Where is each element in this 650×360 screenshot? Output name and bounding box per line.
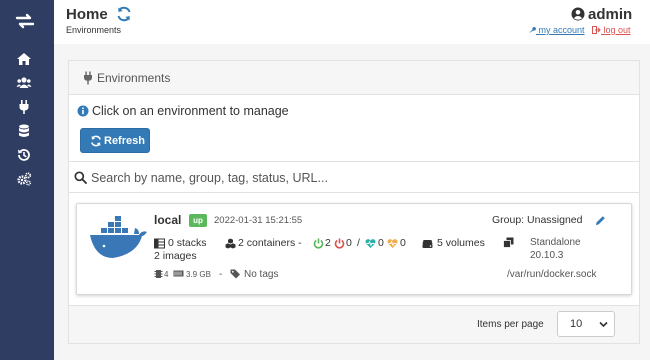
unhealthy-count: 0 bbox=[400, 237, 406, 249]
heartbeat-unhealthy-icon bbox=[387, 239, 398, 248]
running-count: 2 bbox=[325, 237, 331, 249]
power-on-icon bbox=[313, 238, 324, 249]
environments-panel-title: Environments bbox=[97, 71, 171, 85]
environments-panel-header: Environments bbox=[69, 61, 639, 95]
breadcrumb: Environments bbox=[66, 25, 122, 35]
tags-icon bbox=[230, 269, 240, 279]
info-circle-icon bbox=[77, 105, 89, 117]
info-message: Click on an environment to manage bbox=[92, 104, 289, 118]
volumes-count: 5 volumes bbox=[437, 237, 485, 249]
environment-url: /var/run/docker.sock bbox=[507, 269, 597, 280]
stacks-count: 0 stacks bbox=[168, 237, 207, 249]
heartbeat-healthy-icon bbox=[365, 239, 376, 248]
microchip-icon bbox=[154, 270, 163, 278]
status-badge: up bbox=[189, 214, 207, 227]
log-out-label: log out bbox=[603, 25, 631, 35]
search-input[interactable] bbox=[91, 167, 611, 189]
items-per-page-select[interactable]: 10 bbox=[557, 311, 615, 337]
sidebar bbox=[0, 0, 54, 360]
stacks-icon bbox=[154, 238, 165, 249]
refresh-icon[interactable] bbox=[116, 6, 132, 22]
healthy-count: 0 bbox=[378, 237, 384, 249]
separator-slash: / bbox=[357, 237, 360, 249]
refresh-button-label: Refresh bbox=[104, 135, 145, 147]
memory-icon bbox=[173, 270, 184, 277]
environment-group: Group: Unassigned bbox=[492, 214, 583, 226]
pagination-footer: Items per page 10 bbox=[69, 305, 639, 343]
home-icon[interactable] bbox=[16, 51, 32, 67]
separator-dash: - bbox=[219, 269, 223, 280]
history-icon[interactable] bbox=[16, 147, 32, 163]
chevron-down-icon bbox=[599, 321, 608, 328]
environment-card[interactable]: local up 2022-01-31 15:21:55 Group: Unas… bbox=[76, 203, 632, 295]
tags-text: No tags bbox=[244, 269, 279, 280]
username: admin bbox=[588, 6, 633, 23]
docker-mode: Standalone bbox=[530, 237, 581, 248]
page-header: Home Environments admin my account log o… bbox=[54, 0, 650, 44]
docker-version: 20.10.3 bbox=[530, 250, 564, 261]
plug-icon bbox=[84, 71, 92, 85]
my-account-link[interactable]: my account bbox=[528, 25, 585, 35]
plug-icon[interactable] bbox=[16, 99, 32, 115]
wrench-icon bbox=[529, 27, 536, 33]
containers-count: 2 containers - bbox=[238, 237, 302, 249]
docker-logo-icon bbox=[90, 216, 147, 258]
user-circle-icon bbox=[571, 7, 585, 21]
environment-list: local up 2022-01-31 15:21:55 Group: Unas… bbox=[69, 193, 639, 305]
hdd-volume-icon bbox=[422, 240, 433, 248]
cpu-count: 4 bbox=[164, 270, 169, 279]
log-out-link[interactable]: log out bbox=[592, 25, 631, 35]
search-bar bbox=[69, 161, 639, 193]
items-per-page-value: 10 bbox=[570, 318, 583, 330]
environment-timestamp: 2022-01-31 15:21:55 bbox=[214, 215, 303, 226]
portainer-logo-icon[interactable] bbox=[15, 11, 35, 31]
users-icon[interactable] bbox=[16, 75, 32, 91]
stopped-count: 0 bbox=[346, 237, 352, 249]
clone-images-icon bbox=[503, 237, 514, 248]
power-off-icon bbox=[334, 238, 345, 249]
cogs-icon[interactable] bbox=[16, 171, 32, 187]
refresh-button[interactable]: Refresh bbox=[80, 128, 150, 153]
environment-name: local bbox=[154, 213, 182, 227]
my-account-label: my account bbox=[538, 25, 585, 35]
memory-amount: 3.9 GB bbox=[186, 270, 211, 279]
pencil-edit-icon[interactable] bbox=[595, 215, 606, 226]
sign-out-icon bbox=[592, 26, 601, 34]
refresh-icon bbox=[91, 135, 101, 147]
images-count: 2 images bbox=[154, 250, 197, 262]
database-icon[interactable] bbox=[16, 123, 32, 139]
items-per-page-label: Items per page bbox=[477, 319, 544, 330]
cubes-icon bbox=[225, 238, 236, 249]
environments-panel: Environments Click on an environment to … bbox=[68, 60, 640, 344]
page-title: Home bbox=[66, 6, 108, 23]
search-icon bbox=[74, 171, 87, 184]
